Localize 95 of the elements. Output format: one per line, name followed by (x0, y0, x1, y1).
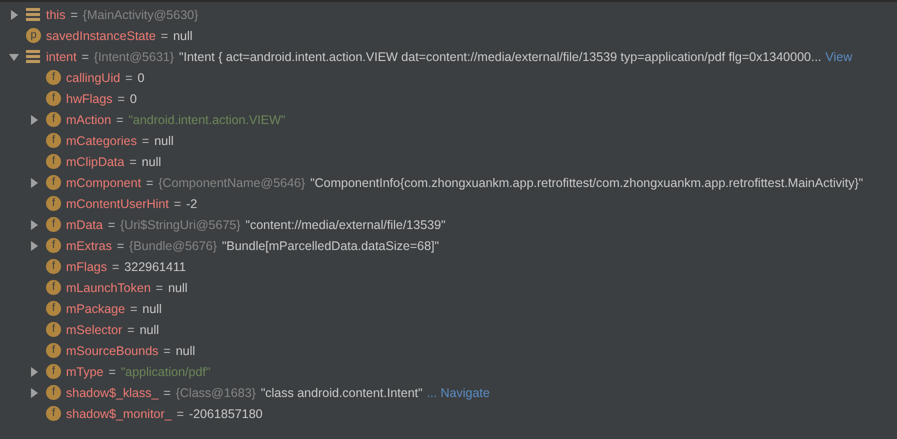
type-reference: {MainActivity@5630} (82, 8, 198, 22)
variable-value: -2 (186, 196, 198, 210)
variable-name: mData (66, 218, 103, 232)
field-icon: f (46, 91, 61, 106)
variable-name: intent (46, 50, 77, 64)
field-icon: f (46, 238, 61, 253)
variable-name: mFlags (66, 260, 107, 274)
type-reference: {Class@1683} (176, 386, 256, 400)
equals-sign: = (70, 8, 78, 22)
equals-sign: = (125, 70, 133, 84)
variable-name: mType (66, 364, 104, 378)
variable-name: mAction (66, 112, 112, 126)
object-icon (26, 8, 40, 21)
expand-arrow-icon[interactable] (29, 240, 39, 250)
variable-name: mCategories (66, 134, 137, 148)
equals-sign: = (176, 406, 184, 420)
equals-sign: = (156, 280, 164, 294)
expand-arrow-icon[interactable] (29, 178, 39, 188)
value-link[interactable]: ... Navigate (426, 386, 490, 400)
variable-name: shadow$_klass_ (66, 386, 158, 400)
field-icon: f (46, 406, 61, 421)
variable-name: savedInstanceState (46, 28, 156, 42)
equals-sign: = (129, 154, 137, 168)
variable-name: this (46, 8, 66, 22)
equals-sign: = (82, 50, 89, 64)
variable-value: 322961411 (124, 260, 186, 274)
variable-name: mSelector (66, 322, 122, 336)
equals-sign: = (160, 28, 168, 42)
variable-value: -2061857180 (188, 406, 263, 420)
equals-sign: = (108, 218, 116, 232)
equals-sign: = (142, 134, 150, 148)
expand-arrow-icon[interactable] (29, 114, 39, 124)
equals-sign: = (146, 176, 154, 190)
variable-name: hwFlags (66, 92, 113, 106)
equals-sign: = (127, 322, 135, 336)
equals-sign: = (163, 344, 171, 358)
field-icon: f (46, 70, 61, 85)
expand-arrow-icon[interactable] (29, 220, 39, 230)
variable-value: null (176, 344, 196, 358)
variable-name: mLaunchToken (66, 280, 151, 294)
variable-value: "Intent { act=android.intent.action.VIEW dat=content://media/external/file/13539 typ=application/pdf flg=0x1340000... (179, 50, 822, 64)
variable-value: null (142, 154, 162, 168)
string-value: "android.intent.action.VIEW" (128, 112, 286, 126)
expand-arrow-icon[interactable] (9, 10, 19, 20)
field-icon: f (46, 112, 61, 127)
string-value: "application/pdf" (120, 364, 210, 378)
equals-sign: = (116, 238, 124, 252)
variable-value: null (154, 134, 174, 148)
variable-value: null (173, 28, 193, 42)
variable-value: "ComponentInfo{com.zhongxuankm.app.retrofittest/com.zhongxuankm.app.retrofittest.MainActivity}" (310, 176, 864, 190)
variable-value: null (168, 280, 188, 294)
equals-sign: = (112, 260, 120, 274)
variable-value: 0 (130, 92, 137, 106)
equals-sign: = (174, 196, 182, 210)
variable-name: mExtras (66, 238, 112, 252)
variable-name: mClipData (66, 154, 124, 168)
equals-sign: = (108, 364, 116, 378)
object-icon (26, 50, 40, 63)
field-icon: f (46, 217, 61, 232)
type-reference: {Bundle@5676} (129, 238, 217, 252)
variable-value: null (142, 302, 162, 316)
variable-name: mContentUserHint (66, 196, 169, 210)
equals-sign: = (130, 302, 138, 316)
expand-arrow-icon[interactable] (29, 388, 39, 398)
field-icon: f (46, 196, 61, 211)
variable-value: 0 (138, 70, 144, 84)
param-icon: p (26, 28, 41, 43)
field-icon: f (46, 385, 61, 400)
field-icon: f (46, 133, 61, 148)
variable-name: shadow$_monitor_ (66, 406, 172, 420)
variable-value: "class android.content.Intent" (260, 386, 423, 400)
variable-name: mComponent (66, 176, 142, 190)
variable-value: "Bundle[mParcelledData.dataSize=68]" (222, 238, 439, 252)
variable-value: "content://media/external/file/13539" (246, 218, 446, 232)
collapse-arrow-icon[interactable] (9, 52, 19, 62)
expand-arrow-icon[interactable] (29, 366, 39, 376)
field-icon: f (46, 280, 61, 295)
variable-name: callingUid (66, 70, 120, 84)
equals-sign: = (116, 112, 124, 126)
variable-name: mPackage (66, 302, 126, 316)
equals-sign: = (163, 386, 171, 400)
type-reference: {Uri$StringUri@5675} (120, 218, 241, 232)
field-icon: f (46, 343, 61, 358)
field-icon: f (46, 322, 61, 337)
field-icon: f (46, 259, 61, 274)
variable-name: mSourceBounds (66, 344, 158, 358)
field-icon: f (46, 154, 61, 169)
variable-value: null (140, 322, 160, 336)
equals-sign: = (118, 92, 125, 106)
field-icon: f (46, 301, 61, 316)
type-reference: {Intent@5631} (94, 50, 174, 64)
value-link[interactable]: View (825, 50, 852, 64)
field-icon: f (46, 175, 61, 190)
field-icon: f (46, 364, 61, 379)
type-reference: {ComponentName@5646} (158, 176, 306, 190)
